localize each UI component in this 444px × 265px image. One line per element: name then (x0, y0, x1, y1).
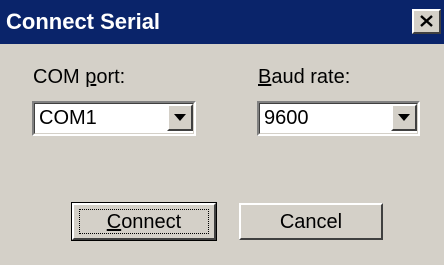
baud-rate-select[interactable]: 9600 (257, 101, 420, 136)
com-port-label-prefix: COM (33, 66, 86, 88)
baud-rate-label-suffix: aud rate: (271, 66, 351, 88)
com-port-value: COM1 (39, 107, 97, 129)
com-port-label-suffix: ort: (96, 66, 126, 88)
com-port-select[interactable]: COM1 (32, 101, 196, 136)
close-icon (420, 15, 433, 27)
close-button[interactable] (412, 9, 441, 34)
com-port-dropdown-button[interactable] (167, 104, 193, 131)
cancel-button[interactable]: Cancel (239, 203, 383, 240)
cancel-button-label: Cancel (279, 211, 343, 233)
connect-label-accel: C (106, 211, 122, 233)
connect-serial-dialog: Connect Serial COM port: COM1 Baud rate:… (0, 0, 444, 265)
connect-button-label: Connect (74, 210, 214, 234)
connect-label-suffix: onnect (121, 211, 182, 233)
com-port-label-accel: p (85, 66, 97, 88)
chevron-down-icon (174, 114, 186, 121)
baud-rate-value: 9600 (264, 107, 309, 129)
com-port-label: COM port: (33, 65, 125, 89)
chevron-down-icon (398, 114, 410, 121)
title-bar: Connect Serial (0, 0, 444, 44)
baud-rate-label: Baud rate: (258, 65, 350, 89)
baud-rate-dropdown-button[interactable] (391, 104, 417, 131)
connect-button[interactable]: Connect (71, 202, 217, 241)
dialog-title: Connect Serial (6, 9, 161, 34)
baud-rate-label-accel: B (258, 66, 272, 88)
